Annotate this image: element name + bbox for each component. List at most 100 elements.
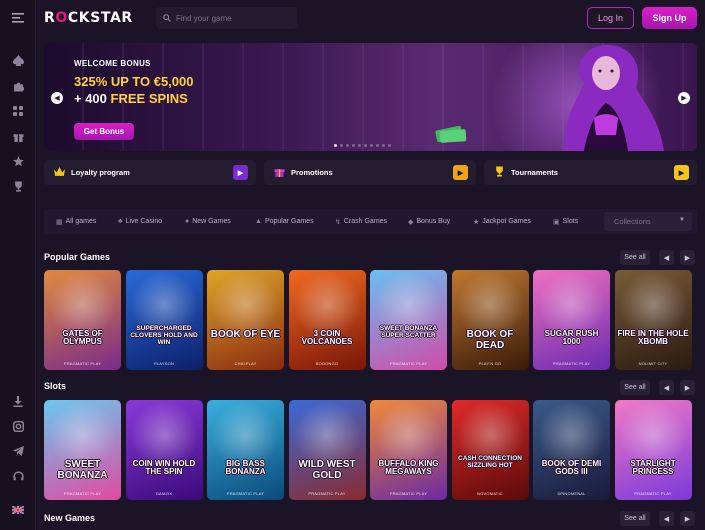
banner-dot[interactable]: [340, 144, 343, 147]
game-tile[interactable]: STARLIGHT PRINCESS PRAGMATIC PLAY: [614, 400, 692, 500]
get-bonus-button[interactable]: Get Bonus: [74, 123, 134, 140]
category-bar: ▦ All games ♣ Live Casino ● New Games ▲ Popu…: [44, 209, 697, 234]
category-label: Slots: [562, 218, 579, 225]
game-title: SUGAR RUSH 1000: [544, 329, 599, 347]
gift-icon[interactable]: [10, 128, 26, 144]
search-box[interactable]: [156, 7, 297, 29]
game-provider: GAMZIX: [155, 491, 173, 496]
game-tile[interactable]: SWEET BONANZA PRAGMATIC PLAY: [44, 400, 121, 500]
game-tile[interactable]: BIG BASS BONANZA PRAGMATIC PLAY: [207, 400, 284, 500]
banner-dot[interactable]: [334, 144, 337, 147]
instagram-icon[interactable]: [10, 418, 26, 434]
game-tile[interactable]: GATES OF OLYMPUS PRAGMATIC PLAY: [44, 270, 121, 370]
banner-dot[interactable]: [370, 144, 373, 147]
game-title: GATES OF OLYMPUS: [62, 329, 103, 347]
game-provider: PRAGMATIC PLAY: [552, 361, 591, 366]
category-popular-games[interactable]: ▲ Popular Games: [255, 209, 314, 234]
telegram-icon[interactable]: [10, 443, 26, 459]
promo-promotions[interactable]: Promotions ▶: [264, 160, 476, 185]
star-icon[interactable]: [10, 153, 26, 169]
category-label: Popular Games: [264, 218, 314, 225]
promo-promotions-arrow[interactable]: ▶: [453, 165, 468, 180]
promo-loyalty[interactable]: Loyalty program ▶: [44, 160, 256, 185]
category-bonus-buy[interactable]: ◆ Bonus Buy: [408, 209, 450, 234]
headset-icon[interactable]: [10, 468, 26, 484]
new-games-see-all-button[interactable]: See all: [620, 511, 650, 526]
chevron-left-icon: ◀: [663, 515, 670, 523]
game-tile[interactable]: BOOK OF DEMI GODS III SPINOMENAL: [533, 400, 610, 500]
game-title: BOOK OF DEMI GODS III: [541, 459, 602, 477]
banner-offer-line1: 325% UP TO €5,000: [74, 74, 194, 89]
game-tile[interactable]: 3 COIN VOLCANOES BOOONGO: [288, 270, 366, 370]
slots-prev-button[interactable]: ◀: [659, 380, 674, 395]
banner-dot[interactable]: [364, 144, 367, 147]
logo[interactable]: ROCKSTAR: [44, 10, 133, 26]
game-title: BIG BASS BONANZA: [225, 459, 266, 477]
slots-next-button[interactable]: ▶: [680, 380, 695, 395]
puzzle-icon[interactable]: [10, 78, 26, 94]
category-jackpot-games[interactable]: ★ Jackpot Games: [473, 209, 531, 234]
category-slots[interactable]: ▣ Slots: [553, 209, 578, 234]
category-all-games[interactable]: ▦ All games: [56, 209, 96, 234]
new-games-next-button[interactable]: ▶: [680, 511, 695, 526]
game-provider: PLAYSON: [154, 361, 174, 366]
game-provider: PRAGMATIC PLAY: [389, 361, 428, 366]
popular-see-all-button[interactable]: See all: [620, 250, 650, 265]
game-provider: PRAGMATIC PLAY: [63, 491, 102, 496]
search-input[interactable]: [176, 13, 286, 23]
game-tile[interactable]: CASH CONNECTION SIZZLING HOT NOVOMATIC: [451, 400, 529, 500]
promo-tournaments-arrow[interactable]: ▶: [674, 165, 689, 180]
chevron-right-icon: ▶: [678, 169, 685, 177]
category-new-games[interactable]: ● New Games: [185, 209, 231, 234]
game-tile[interactable]: SUPERCHARGED CLOVERS HOLD AND WIN PLAYSON: [125, 270, 203, 370]
trophy-icon[interactable]: [10, 178, 26, 194]
game-tile[interactable]: COIN WIN HOLD THE SPIN GAMZIX: [125, 400, 203, 500]
category-live-casino[interactable]: ♣ Live Casino: [118, 209, 162, 234]
banner-offer-plus: + 400: [74, 91, 107, 106]
game-tile[interactable]: WILD WEST GOLD PRAGMATIC PLAY: [288, 400, 366, 500]
spade-icon[interactable]: [10, 52, 26, 68]
game-provider: NOVOMATIC: [477, 491, 503, 496]
popular-prev-button[interactable]: ◀: [659, 250, 674, 265]
banner-dot[interactable]: [388, 144, 391, 147]
logo-text-pre: R: [44, 10, 56, 26]
logo-text-post: CKSTAR: [67, 10, 133, 26]
chevron-left-icon: ◀: [663, 384, 670, 392]
signup-button[interactable]: Sign Up: [642, 7, 697, 29]
popular-next-button[interactable]: ▶: [680, 250, 695, 265]
game-tile[interactable]: SWEET BONANZA SUPER SCATTER PRAGMATIC PLA…: [370, 270, 447, 370]
game-artwork: [533, 270, 610, 370]
game-tile[interactable]: FIRE IN THE HOLE XBOMB NOLIMIT CITY: [614, 270, 692, 370]
promo-loyalty-arrow[interactable]: ▶: [233, 165, 248, 180]
game-tile[interactable]: SUGAR RUSH 1000 PRAGMATIC PLAY: [533, 270, 610, 370]
banner-prev-button[interactable]: ◀: [51, 92, 63, 104]
banner-dot[interactable]: [352, 144, 355, 147]
grid-icon[interactable]: [10, 103, 26, 119]
download-icon[interactable]: [10, 393, 26, 409]
game-provider: SPINOMENAL: [557, 491, 586, 496]
game-tile[interactable]: BUFFALO KING MEGAWAYS PRAGMATIC PLAY: [370, 400, 447, 500]
banner-dot[interactable]: [358, 144, 361, 147]
game-artwork: [125, 270, 203, 370]
category-crash-games[interactable]: ↯ Crash Games: [335, 209, 387, 234]
game-title: BUFFALO KING MEGAWAYS: [378, 459, 439, 477]
promo-tournaments[interactable]: Tournaments ▶: [484, 160, 697, 185]
new-games-prev-button[interactable]: ◀: [659, 511, 674, 526]
login-button[interactable]: Log In: [587, 7, 634, 29]
uk-flag-icon[interactable]: [10, 502, 26, 518]
collections-label: Collections: [614, 217, 651, 226]
chevron-left-icon: ◀: [54, 95, 60, 102]
welcome-banner[interactable]: WELCOME BONUS 325% UP TO €5,000 + 400 FR…: [44, 43, 697, 151]
banner-dot[interactable]: [346, 144, 349, 147]
slots-see-all-button[interactable]: See all: [620, 380, 650, 395]
game-provider: PRAGMATIC PLAY: [389, 491, 428, 496]
banner-next-button[interactable]: ▶: [678, 92, 690, 104]
banner-dot[interactable]: [382, 144, 385, 147]
game-tile[interactable]: BOOK OF EYE CHILIPLAY: [207, 270, 284, 370]
section-title-new-games: New Games: [44, 513, 96, 523]
banner-character-image: [564, 44, 664, 151]
banner-dot[interactable]: [376, 144, 379, 147]
section-title-slots: Slots: [44, 381, 67, 391]
collections-dropdown[interactable]: Collections ▼: [604, 212, 692, 231]
game-tile[interactable]: BOOK OF DEAD PLAY'N GO: [451, 270, 529, 370]
